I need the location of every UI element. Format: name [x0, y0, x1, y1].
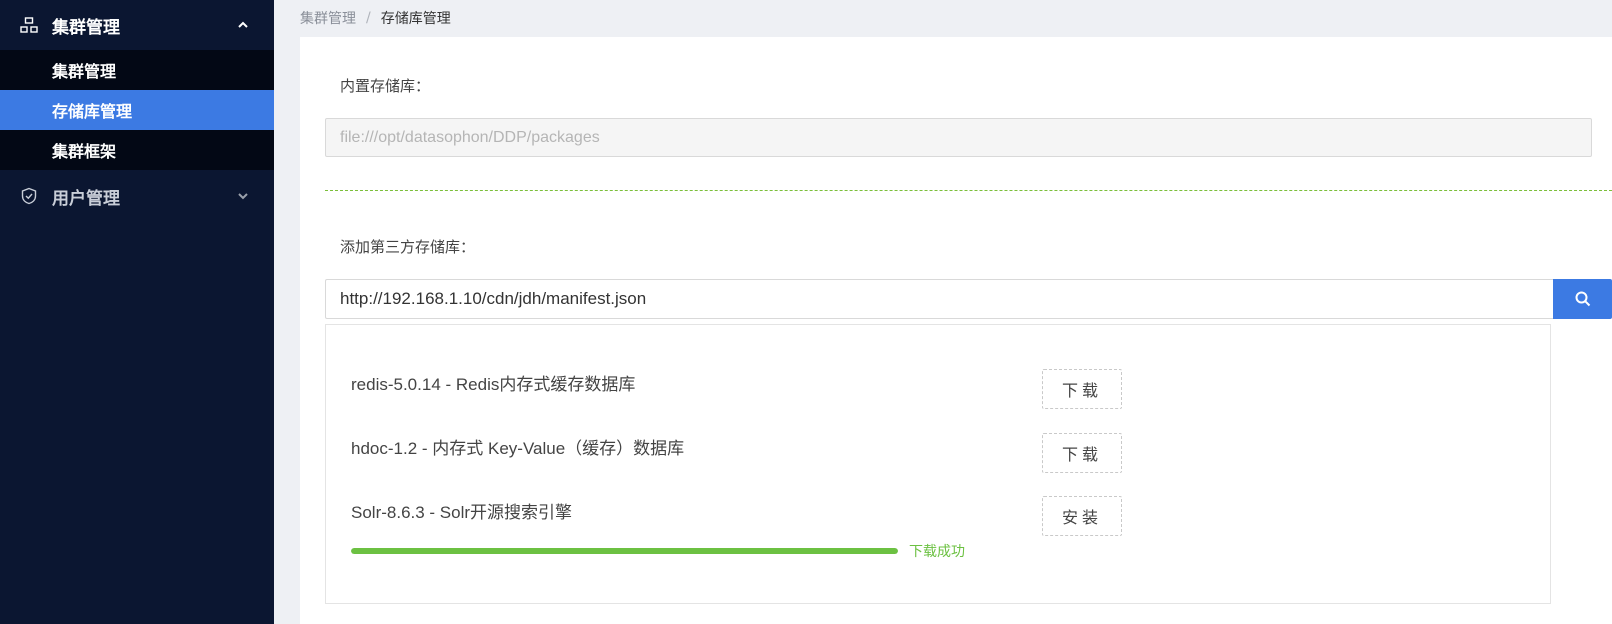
package-name: Solr-8.6.3 - Solr开源搜索引擎 — [351, 503, 573, 522]
builtin-repo-field: file:///opt/datasophon/DDP/packages — [325, 118, 1592, 157]
breadcrumb-parent[interactable]: 集群管理 — [300, 8, 356, 28]
menu-group-cluster-label: 集群管理 — [52, 17, 120, 38]
sidebar-item-label: 存储库管理 — [52, 102, 133, 121]
package-name: redis-5.0.14 - Redis内存式缓存数据库 — [351, 375, 636, 394]
sidebar-item-cluster-frame[interactable]: 集群框架 — [0, 130, 274, 170]
breadcrumb-current: 存储库管理 — [380, 11, 451, 27]
download-progress-bar — [351, 548, 898, 554]
sidebar-item-repository-manage[interactable]: 存储库管理 — [0, 90, 274, 130]
download-button[interactable]: 下载 — [1042, 369, 1122, 409]
package-list: redis-5.0.14 - Redis内存式缓存数据库 下载 hdoc-1.2… — [325, 324, 1551, 604]
breadcrumb-separator: / — [366, 10, 371, 26]
builtin-repo-label: 内置存储库： — [340, 77, 431, 95]
download-progress-fill — [351, 548, 898, 554]
shield-check-icon — [20, 187, 38, 205]
sidebar-item-cluster-manage[interactable]: 集群管理 — [0, 50, 274, 90]
cluster-icon — [20, 16, 38, 34]
repo-url-input[interactable]: http://192.168.1.10/cdn/jdh/manifest.jso… — [325, 279, 1553, 319]
chevron-down-icon — [236, 189, 250, 203]
sidebar-item-label: 集群框架 — [52, 142, 117, 161]
chevron-up-icon — [236, 18, 250, 32]
menu-group-user[interactable]: 用户管理 — [0, 170, 274, 222]
sidebar: 集群管理 集群管理 存储库管理 集群框架 用户管理 — [0, 0, 274, 624]
third-party-repo-label: 添加第三方存储库： — [340, 238, 476, 256]
download-status-text: 下载成功 — [909, 544, 965, 560]
sidebar-item-label: 集群管理 — [52, 62, 117, 81]
section-divider — [325, 190, 1612, 191]
download-button[interactable]: 下载 — [1042, 433, 1122, 473]
menu-group-cluster[interactable]: 集群管理 — [0, 0, 274, 50]
menu-group-user-label: 用户管理 — [52, 188, 120, 209]
cluster-submenu: 集群管理 存储库管理 集群框架 — [0, 50, 274, 170]
search-icon — [1574, 290, 1592, 308]
breadcrumb: 集群管理 / 存储库管理 — [300, 7, 451, 29]
repository-card: 内置存储库： file:///opt/datasophon/DDP/packag… — [300, 37, 1612, 624]
package-name: hdoc-1.2 - 内存式 Key-Value（缓存）数据库 — [351, 439, 685, 458]
install-button[interactable]: 安装 — [1042, 496, 1122, 536]
search-button[interactable] — [1553, 279, 1612, 319]
